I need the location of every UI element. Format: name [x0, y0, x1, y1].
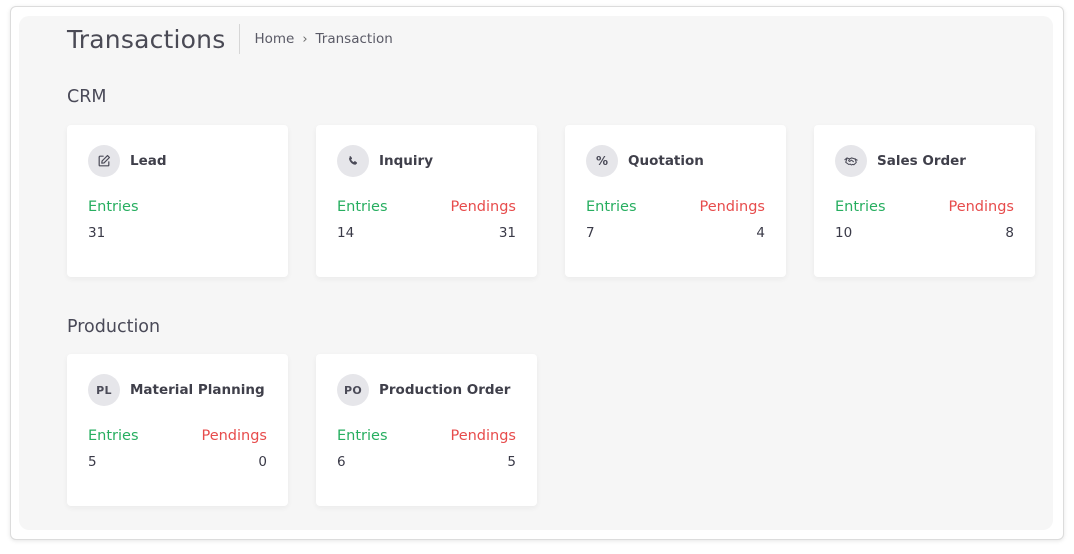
card-inquiry[interactable]: Inquiry Entries Pendings 14 31 — [316, 125, 537, 277]
po-badge-text: PO — [343, 383, 362, 397]
edit-icon — [88, 145, 120, 177]
pendings-count: 0 — [258, 454, 267, 470]
page-title: Transactions — [67, 24, 226, 54]
entries-label: Entries — [586, 199, 637, 215]
pendings-count: 4 — [756, 225, 765, 241]
po-badge-icon: PO — [337, 374, 369, 406]
entries-label: Entries — [337, 428, 388, 444]
card-title: Sales Order — [877, 153, 966, 169]
breadcrumb-home-link[interactable]: Home — [254, 31, 294, 47]
entries-count: 7 — [586, 225, 595, 241]
card-quotation[interactable]: % Quotation Entries Pendings 7 4 — [565, 125, 786, 277]
entries-label: Entries — [88, 199, 139, 215]
entries-count: 14 — [337, 225, 355, 241]
pendings-label: Pendings — [450, 199, 516, 215]
entries-label: Entries — [835, 199, 886, 215]
section-title-production: Production — [67, 317, 161, 337]
pl-badge-icon: PL — [88, 374, 120, 406]
pendings-label: Pendings — [699, 199, 765, 215]
card-lead[interactable]: Lead Entries 31 — [67, 125, 288, 277]
entries-count: 31 — [88, 225, 106, 241]
card-header: PO Production Order — [337, 374, 510, 406]
handshake-icon — [835, 145, 867, 177]
card-title: Inquiry — [379, 153, 433, 169]
card-sales-order[interactable]: Sales Order Entries Pendings 10 8 — [814, 125, 1035, 277]
pendings-count: 5 — [507, 454, 516, 470]
card-header: Lead — [88, 145, 167, 177]
entries-label: Entries — [337, 199, 388, 215]
phone-icon — [337, 145, 369, 177]
card-title: Quotation — [628, 153, 704, 169]
card-header: PL Material Planning — [88, 374, 265, 406]
pendings-label: Pendings — [948, 199, 1014, 215]
card-title: Material Planning — [130, 382, 265, 398]
breadcrumb-current: Transaction — [315, 31, 393, 47]
card-material-planning[interactable]: PL Material Planning Entries Pendings 5 … — [67, 354, 288, 506]
page-header: Transactions Home › Transaction — [67, 24, 393, 54]
card-header: Inquiry — [337, 145, 433, 177]
percent-icon: % — [586, 145, 618, 177]
card-production-order[interactable]: PO Production Order Entries Pendings 6 5 — [316, 354, 537, 506]
header-divider — [239, 24, 241, 54]
entries-count: 6 — [337, 454, 346, 470]
pendings-label: Pendings — [450, 428, 516, 444]
percent-glyph: % — [595, 154, 609, 168]
entries-count: 10 — [835, 225, 853, 241]
section-title-crm: CRM — [67, 87, 107, 107]
breadcrumb: Home › Transaction — [254, 31, 392, 47]
card-header: % Quotation — [586, 145, 704, 177]
entries-label: Entries — [88, 428, 139, 444]
chevron-right-icon: › — [302, 31, 308, 47]
pendings-count: 31 — [498, 225, 516, 241]
pendings-count: 8 — [1005, 225, 1014, 241]
pl-badge-text: PL — [96, 383, 112, 397]
card-title: Lead — [130, 153, 167, 169]
card-title: Production Order — [379, 382, 511, 398]
card-header: Sales Order — [835, 145, 966, 177]
entries-count: 5 — [88, 454, 97, 470]
pendings-label: Pendings — [201, 428, 267, 444]
